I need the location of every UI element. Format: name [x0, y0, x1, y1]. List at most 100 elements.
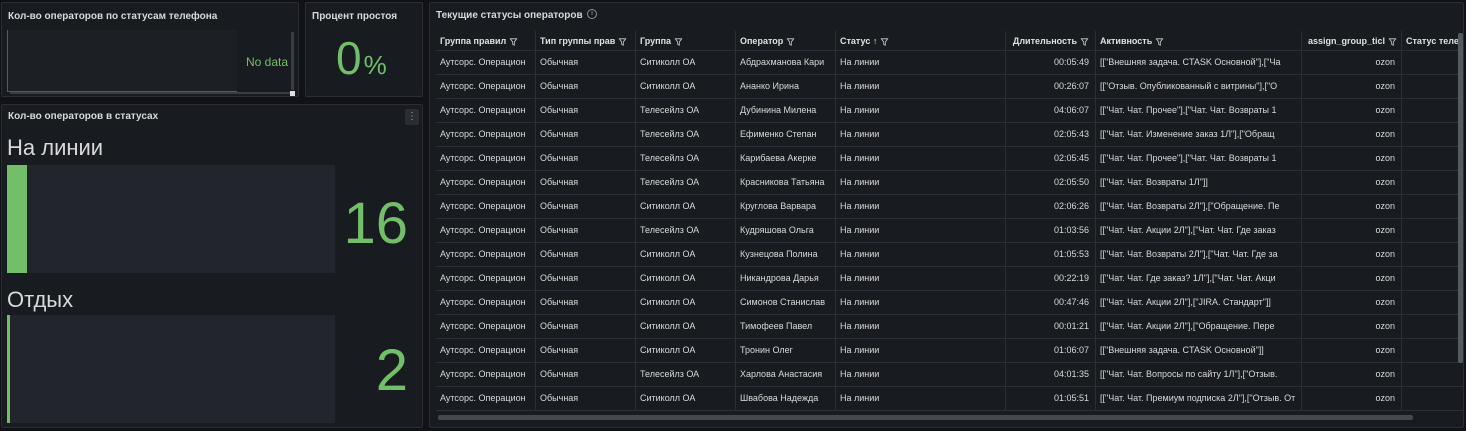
column-header-label: Статус — [840, 36, 871, 46]
table-cell: Тронин Олег — [736, 339, 836, 363]
table-cell: 01:05:53 — [1006, 243, 1096, 267]
table-row[interactable]: Аутсорс. Операцион Обычная Телесейлз ОА Хар… — [436, 363, 1463, 387]
column-header[interactable]: Статус ↑ — [836, 31, 1006, 51]
table-cell: Телесейлз ОА — [636, 147, 736, 171]
table-row[interactable]: Аутсорс. Операцион Обычная Телесейлз ОА Кра… — [436, 171, 1463, 195]
panel-title: Процент простоя — [312, 11, 398, 22]
table-cell — [1402, 99, 1463, 123]
table-cell — [1402, 387, 1463, 411]
table-row[interactable]: Аутсорс. Операцион Обычная Ситиколл ОА Круг… — [436, 195, 1463, 219]
panel-title: Кол-во операторов в статусах — [8, 111, 159, 122]
table-row[interactable]: Аутсорс. Операцион Обычная Ситиколл ОА Шваб… — [436, 387, 1463, 411]
vertical-scrollbar[interactable] — [291, 32, 294, 90]
column-header[interactable]: assign_group_ticl — [1302, 31, 1402, 51]
table-cell: Аутсорс. Операцион — [436, 99, 536, 123]
table-cell — [1402, 123, 1463, 147]
table-cell: [["Чат. Чат. Акции 2Л"],["Чат. Чат. Где … — [1096, 219, 1302, 243]
horizontal-scrollbar[interactable] — [10, 92, 290, 94]
table-row[interactable]: Аутсорс. Операцион Обычная Ситиколл ОА Симо… — [436, 291, 1463, 315]
table-row[interactable]: Аутсорс. Операцион Обычная Ситиколл ОА Абдр… — [436, 51, 1463, 75]
table-cell: Обычная — [536, 291, 636, 315]
column-header-label: Группа — [640, 36, 672, 46]
table-cell — [1402, 171, 1463, 195]
panel-title: Кол-во операторов по статусам телефона — [8, 11, 218, 22]
table-cell: ozon — [1302, 147, 1402, 171]
table-cell: [["Чат. Чат. Где заказ? 1Л"],["Чат. Чат.… — [1096, 267, 1302, 291]
table-cell: Обычная — [536, 123, 636, 147]
gauge-value-rest: 2 — [375, 338, 408, 403]
horizontal-scrollbar[interactable] — [438, 415, 1413, 420]
gauge-bar-rest — [7, 315, 335, 423]
table-cell: 02:05:50 — [1006, 171, 1096, 195]
operator-status-table-panel: Текущие статусы операторов i Группа прав… — [429, 2, 1464, 428]
table-cell — [1402, 315, 1463, 339]
filter-icon[interactable] — [674, 38, 683, 46]
table-cell: Обычная — [536, 363, 636, 387]
resize-handle[interactable] — [290, 91, 295, 96]
column-header-label: Активность — [1100, 36, 1153, 46]
filter-icon[interactable] — [1155, 38, 1164, 46]
column-header[interactable]: Активность — [1096, 31, 1302, 51]
table-cell: Аутсорс. Операцион — [436, 171, 536, 195]
table-cell: Ситиколл ОА — [636, 75, 736, 99]
filter-icon[interactable] — [509, 38, 518, 46]
column-header[interactable]: Группа правил — [436, 31, 536, 51]
column-header[interactable]: Статус теле — [1402, 31, 1463, 51]
table-cell: ozon — [1302, 339, 1402, 363]
phone-status-panel: Кол-во операторов по статусам телефона N… — [1, 2, 299, 97]
column-header[interactable]: Тип группы прав — [536, 31, 636, 51]
table-row[interactable]: Аутсорс. Операцион Обычная Ситиколл ОА Кузн… — [436, 243, 1463, 267]
table-cell: Аутсорс. Операцион — [436, 315, 536, 339]
table-cell: Кудряшова Ольга — [736, 219, 836, 243]
table-cell: Аутсорс. Операцион — [436, 75, 536, 99]
info-icon[interactable]: i — [587, 9, 597, 19]
table-cell: [["Чат. Чат. Возвраты 1Л"]] — [1096, 171, 1302, 195]
table-cell: Телесейлз ОА — [636, 171, 736, 195]
column-header[interactable]: Группа — [636, 31, 736, 51]
table-cell: [["Внешняя задача. CTASK Основной"],["Ча — [1096, 51, 1302, 75]
table-cell: ozon — [1302, 51, 1402, 75]
table-cell: Аутсорс. Операцион — [436, 363, 536, 387]
table-cell: 04:06:07 — [1006, 99, 1096, 123]
table-row[interactable]: Аутсорс. Операцион Обычная Телесейлз ОА Куд… — [436, 219, 1463, 243]
table-cell: Ситиколл ОА — [636, 387, 736, 411]
idle-percent-value: 0% — [336, 35, 387, 81]
table-row[interactable]: Аутсорс. Операцион Обычная Телесейлз ОА Ефи… — [436, 123, 1463, 147]
filter-icon[interactable] — [618, 38, 627, 46]
stat-unit: % — [363, 50, 387, 80]
table-cell: [["Отзыв. Опубликованный с витрины"],["О — [1096, 75, 1302, 99]
column-header[interactable]: Оператор — [736, 31, 836, 51]
kebab-menu-icon[interactable]: ⋮ — [405, 109, 419, 125]
table-cell: Аутсорс. Операцион — [436, 219, 536, 243]
filter-icon[interactable] — [786, 38, 795, 46]
table-row[interactable]: Аутсорс. Операцион Обычная Ситиколл ОА Ника… — [436, 267, 1463, 291]
table-cell: На линии — [836, 363, 1006, 387]
filter-icon[interactable] — [1080, 38, 1089, 46]
stat-number: 0 — [336, 32, 362, 84]
filter-icon[interactable] — [1388, 38, 1397, 46]
table-row[interactable]: Аутсорс. Операцион Обычная Ситиколл ОА Анан… — [436, 75, 1463, 99]
table-cell: Обычная — [536, 339, 636, 363]
sort-arrow-icon[interactable]: ↑ — [870, 36, 878, 46]
table-cell: Ситиколл ОА — [636, 195, 736, 219]
table-cell: Обычная — [536, 171, 636, 195]
table-cell: Аутсорс. Операцион — [436, 195, 536, 219]
table-cell: Ситиколл ОА — [636, 51, 736, 75]
table-cell — [1402, 51, 1463, 75]
table-cell: Симонов Станислав — [736, 291, 836, 315]
table-cell: Аутсорс. Операцион — [436, 339, 536, 363]
vertical-scrollbar[interactable] — [1458, 33, 1463, 363]
table-row[interactable]: Аутсорс. Операцион Обычная Телесейлз ОА Дуб… — [436, 99, 1463, 123]
table-row[interactable]: Аутсорс. Операцион Обычная Ситиколл ОА Тимо… — [436, 315, 1463, 339]
table-cell: Харлова Анастасия — [736, 363, 836, 387]
table-cell: 00:47:46 — [1006, 291, 1096, 315]
table-row[interactable]: Аутсорс. Операцион Обычная Ситиколл ОА Трон… — [436, 339, 1463, 363]
table-cell: Аутсорс. Операцион — [436, 267, 536, 291]
table-cell — [1402, 195, 1463, 219]
table-cell: На линии — [836, 291, 1006, 315]
operators-in-status-panel: Кол-во операторов в статусах ⋮ На линии … — [1, 104, 423, 428]
table-row[interactable]: Аутсорс. Операцион Обычная Телесейлз ОА Кар… — [436, 147, 1463, 171]
table-cell: 00:26:07 — [1006, 75, 1096, 99]
filter-icon[interactable] — [880, 38, 889, 46]
column-header[interactable]: Длительность — [1006, 31, 1096, 51]
